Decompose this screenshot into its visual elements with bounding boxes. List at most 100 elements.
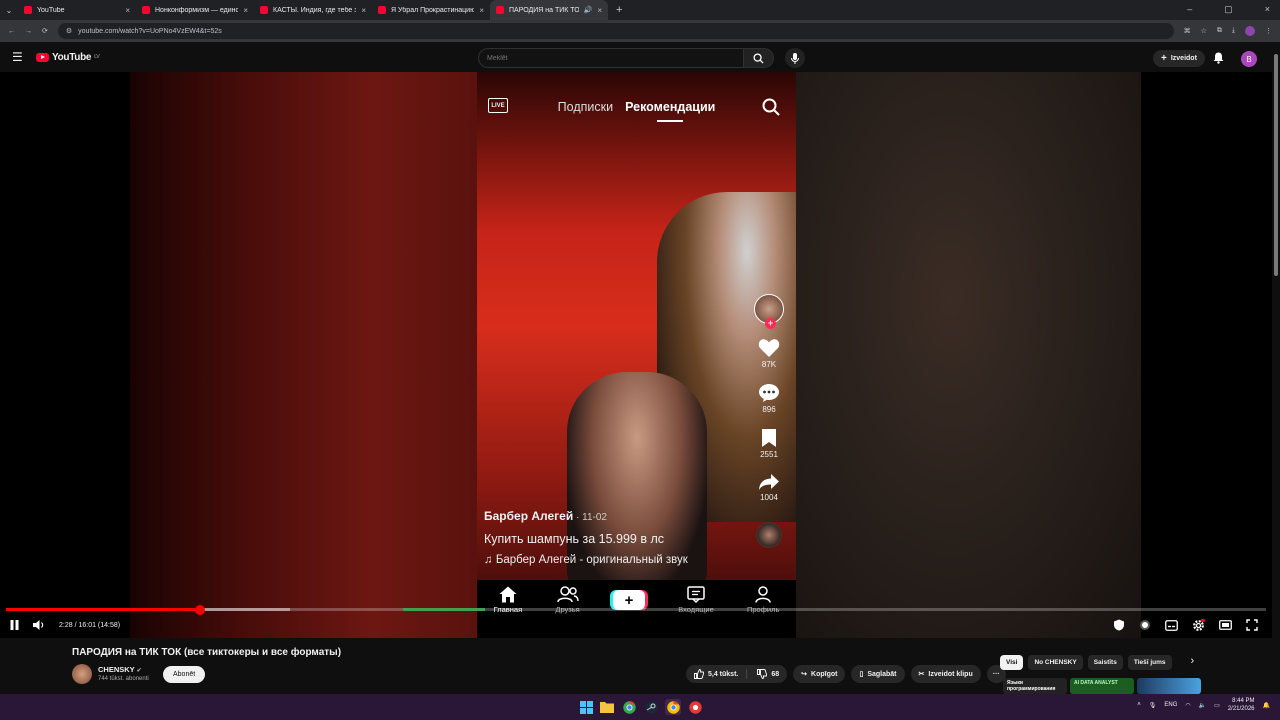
download-icon[interactable]: ⤓ <box>1232 27 1235 35</box>
seek-handle[interactable] <box>195 604 206 615</box>
autoplay-toggle-icon[interactable] <box>1139 619 1151 631</box>
share-button[interactable]: ↪ Kopīgot <box>793 665 846 683</box>
browser-tab[interactable]: YouTube × <box>18 0 136 20</box>
comment-icon <box>759 384 779 402</box>
volume-icon[interactable] <box>33 620 45 630</box>
chip-all[interactable]: Visi <box>1000 655 1024 670</box>
caption-text: Купить шампунь за 15.999 в лс <box>484 532 664 546</box>
tiktok-top-bar: LIVE Подписки Рекомендации <box>477 94 796 122</box>
window-controls: – ▢ × <box>1173 4 1270 15</box>
account-avatar[interactable]: B <box>1241 51 1257 67</box>
chips-next-arrow-icon[interactable]: › <box>1191 655 1195 670</box>
audio-playing-icon[interactable]: 🔊 <box>584 6 593 14</box>
microphone-tray-icon[interactable]: 🎙 <box>1149 702 1157 709</box>
close-tab-icon[interactable]: × <box>479 6 484 15</box>
language-indicator[interactable]: ENG <box>1164 702 1177 708</box>
battery-icon[interactable]: ▭ <box>1214 702 1220 709</box>
browser-tab[interactable]: Я Убрал Прокрастинацию На× <box>372 0 490 20</box>
chip-related[interactable]: Saistīts <box>1087 655 1123 670</box>
page-scrollbar[interactable] <box>1272 42 1280 694</box>
tray-chevron-icon[interactable]: ˄ <box>1137 702 1141 708</box>
channel-name[interactable]: CHENSKY ✔ <box>98 665 142 674</box>
wifi-icon[interactable]: ◠ <box>1185 702 1190 709</box>
chapter-highlight-segment <box>402 608 485 611</box>
chip-for-you[interactable]: Tiešī jums <box>1127 655 1172 670</box>
subtitles-icon[interactable] <box>1165 619 1178 631</box>
youtube-logo[interactable]: YouTube LV <box>36 52 100 63</box>
scrollbar-thumb[interactable] <box>1274 54 1278 276</box>
bookmark-icon <box>761 429 776 447</box>
forward-icon[interactable]: → <box>25 28 32 35</box>
plus-icon: + <box>1161 53 1167 64</box>
close-tab-icon[interactable]: × <box>125 6 130 15</box>
clock[interactable]: 8:44 PM 2/21/2026 <box>1228 697 1255 713</box>
file-explorer-icon[interactable] <box>599 699 615 715</box>
video-title: ПАРОДИЯ на ТИК ТОК (все тиктокеры и все … <box>72 647 342 658</box>
profile-icon[interactable] <box>1245 26 1255 36</box>
speaker-icon[interactable]: 🔈 <box>1199 702 1206 709</box>
site-info-icon[interactable]: ⚙ <box>66 27 72 35</box>
browser-toolbar: ← → ⟳ ⚙ youtube.com/watch?v=UoPNo4VzEW4&… <box>0 20 1280 42</box>
windows-start-icon[interactable] <box>578 699 594 715</box>
video-frame: LIVE Подписки Рекомендации + 87K 896 255… <box>477 72 796 638</box>
tiktok-action-column: + 87K 896 2551 1004 <box>752 294 786 548</box>
new-tab-button[interactable]: + <box>616 4 622 16</box>
video-player[interactable]: LIVE Подписки Рекомендации + 87K 896 255… <box>0 72 1272 638</box>
search-input[interactable] <box>478 48 744 68</box>
shield-icon[interactable] <box>1113 619 1125 631</box>
menu-dots-icon[interactable]: ⋮ <box>1265 27 1272 35</box>
steam-icon[interactable] <box>643 699 659 715</box>
clip-button[interactable]: ✂ Izveidot klipu <box>910 665 981 683</box>
tab-following: Подписки <box>557 100 614 114</box>
scissors-icon: ✂ <box>918 671 925 678</box>
save-bookmark-icon: ▯ <box>859 671 864 678</box>
recommended-video-thumb[interactable]: AI DATA ANALYST <box>1070 678 1134 694</box>
translate-icon[interactable]: ⌘ <box>1184 27 1191 35</box>
browser-tab[interactable]: КАСТЫ. Индия, где тебе запре× <box>254 0 372 20</box>
fullscreen-icon[interactable] <box>1246 619 1258 631</box>
address-bar[interactable]: ⚙ youtube.com/watch?v=UoPNo4VzEW4&t=52s <box>57 23 1174 39</box>
close-window-button[interactable]: × <box>1265 4 1270 15</box>
seek-bar[interactable] <box>6 604 1266 615</box>
notifications-bell-icon[interactable] <box>1213 51 1224 69</box>
subscribe-button[interactable]: Abonēt <box>163 666 206 683</box>
back-icon[interactable]: ← <box>8 28 15 35</box>
dislike-button[interactable]: 68 <box>751 669 787 679</box>
subscriber-count: 744 tūkst. abonenti <box>98 676 149 682</box>
maximize-button[interactable]: ▢ <box>1224 4 1233 15</box>
follow-plus-icon: + <box>765 318 776 329</box>
browser-tab[interactable]: Нонконформизм — единств × <box>136 0 254 20</box>
theater-mode-icon[interactable] <box>1219 620 1232 630</box>
create-button[interactable]: + Izveidot <box>1153 50 1205 67</box>
tiktok-caption: Барбер Алегей · 11-02 Купить шампунь за … <box>484 509 754 566</box>
recommended-video-thumb[interactable] <box>1137 678 1201 694</box>
url-text: youtube.com/watch?v=UoPNo4VzEW4&t=52s <box>78 27 222 35</box>
tiktok-create-plus-icon: + <box>612 590 645 610</box>
browser-tab-active[interactable]: ПАРОДИЯ на ТИК ТОК (в🔊× <box>490 0 608 20</box>
notification-icon[interactable]: 🔔 <box>1263 702 1270 709</box>
chrome-active-icon[interactable] <box>665 699 681 715</box>
pause-icon[interactable] <box>10 620 19 630</box>
save-button[interactable]: ▯ Saglabāt <box>851 665 905 683</box>
search-button[interactable] <box>744 48 774 68</box>
settings-gear-icon[interactable] <box>1192 618 1205 632</box>
bookmark-star-icon[interactable]: ☆ <box>1201 27 1207 35</box>
channel-avatar[interactable] <box>72 664 92 684</box>
minimize-button[interactable]: – <box>1187 4 1192 15</box>
chrome-icon[interactable] <box>621 699 637 715</box>
extensions-icon[interactable]: ⧉ <box>1217 27 1222 35</box>
close-tab-icon[interactable]: × <box>243 6 248 15</box>
hamburger-menu-icon[interactable]: ☰ <box>12 50 23 64</box>
tab-list-chevron-icon[interactable]: ⌄ <box>0 6 18 15</box>
profile-person-icon <box>755 586 771 603</box>
youtube-favicon-icon <box>378 6 386 14</box>
like-button[interactable]: 5,4 tūkst. <box>686 669 748 679</box>
voice-search-button[interactable] <box>785 48 805 68</box>
close-tab-icon[interactable]: × <box>361 6 366 15</box>
recommended-video-thumb[interactable]: Языки программирования <box>1003 678 1067 694</box>
reload-icon[interactable]: ⟳ <box>42 27 48 35</box>
close-tab-icon[interactable]: × <box>597 6 602 15</box>
sound-disc-icon <box>756 522 782 548</box>
browser-alt-icon[interactable] <box>687 699 703 715</box>
chip-from-channel[interactable]: No CHENSKY <box>1028 655 1083 670</box>
